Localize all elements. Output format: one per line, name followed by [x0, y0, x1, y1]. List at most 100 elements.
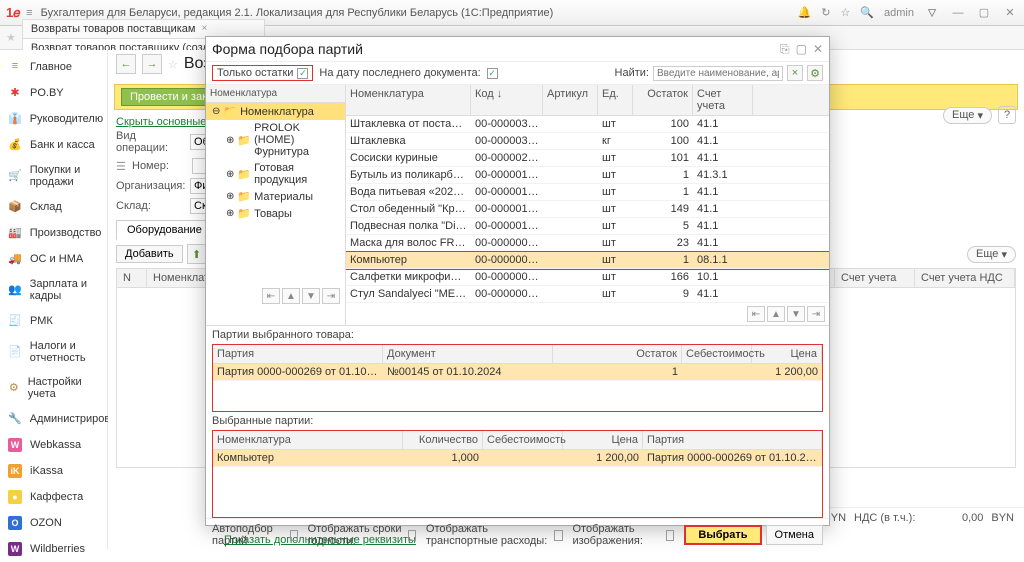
search-clear-icon[interactable]: ×	[787, 65, 803, 81]
doc-star-icon[interactable]: ☆	[168, 58, 178, 71]
sidebar-item[interactable]: 🛒Покупки и продажи	[0, 158, 107, 194]
table-row[interactable]: Подвесная полка "Diva"00-00000136шт541.1	[346, 218, 829, 235]
sidebar-item[interactable]: ≡Главное	[0, 54, 107, 80]
pcol-doc[interactable]: Документ	[383, 345, 553, 363]
tree-node[interactable]: ⊕ 📁Готовая продукция	[206, 160, 345, 188]
modal-max-icon[interactable]: ▢	[796, 42, 807, 56]
nomenclature-tree[interactable]: Номенклатура ⊖ 📁Номенклатура⊕ 📁PROLOK (H…	[206, 85, 346, 325]
sidebar-item[interactable]: 🚚ОС и НМА	[0, 246, 107, 272]
find-label: Найти:	[615, 67, 649, 79]
scol-qty[interactable]: Количество	[403, 431, 483, 449]
sidebar-item[interactable]: ⚙Настройки учета	[0, 370, 107, 406]
table-row[interactable]: Вода питьевая «202 original» (без добаво…	[346, 184, 829, 201]
sidebar-item[interactable]: WWebkassa	[0, 432, 107, 458]
scol-price[interactable]: Цена	[563, 431, 643, 449]
maximize-icon[interactable]: ▢	[976, 6, 992, 19]
user-label[interactable]: admin	[884, 7, 914, 19]
tbl-first-icon[interactable]: ⇤	[747, 306, 765, 322]
col-remain[interactable]: Остаток	[633, 85, 693, 115]
table-row[interactable]: Сосиски куриные00-00000207шт10141.1	[346, 150, 829, 167]
scol-nom[interactable]: Номенклатура	[213, 431, 403, 449]
doc-tab[interactable]: Возвраты товаров поставщикам×	[22, 19, 265, 38]
pcol-remain[interactable]: Остаток	[612, 345, 682, 363]
tree-first-icon[interactable]: ⇤	[262, 288, 280, 304]
tree-next-icon[interactable]: ▼	[302, 288, 320, 304]
sidebar-item[interactable]: 📦Склад	[0, 194, 107, 220]
only-remains-option[interactable]: Только остатки	[212, 65, 313, 81]
number-menu-icon[interactable]: ☰	[116, 160, 128, 173]
col-article[interactable]: Артикул	[543, 85, 598, 115]
transport-checkbox[interactable]	[554, 530, 562, 541]
tree-node[interactable]: ⊕ 📁PROLOK (HOME) Фурнитура	[206, 120, 345, 160]
tab-close-icon[interactable]: ×	[201, 23, 207, 34]
by-date-checkbox[interactable]	[487, 68, 498, 79]
col-code[interactable]: Код ↓	[471, 85, 543, 115]
sidebar-item[interactable]: 🧾РМК	[0, 308, 107, 334]
menu-icon[interactable]: ≡	[26, 7, 32, 19]
table-row[interactable]: Штаклевка от поставщика00-00000325шт1004…	[346, 116, 829, 133]
add-button[interactable]: Добавить	[116, 245, 183, 263]
tab-equipment[interactable]: Оборудование	[116, 220, 213, 240]
table-row[interactable]: Маска для волос FRUCTIS Superfood Арбу..…	[346, 235, 829, 252]
sidebar-item[interactable]: 📄Налоги и отчетность	[0, 334, 107, 370]
table-row[interactable]: Бутыль из поликарбоната, емкость 18,9л00…	[346, 167, 829, 184]
history-icon[interactable]: ↻	[821, 6, 830, 19]
scol-cost[interactable]: Себестоимость	[483, 431, 563, 449]
pcol-part[interactable]: Партия	[213, 345, 383, 363]
sidebar-item[interactable]: WWildberries	[0, 536, 107, 562]
select-button[interactable]: Выбрать	[684, 525, 761, 545]
tbl-last-icon[interactable]: ⇥	[807, 306, 825, 322]
tbl-next-icon[interactable]: ▼	[787, 306, 805, 322]
table-row[interactable]: Стул Sandalyeci "MESSINA K CHAIR"00-0000…	[346, 286, 829, 303]
search-settings-icon[interactable]: ⚙	[807, 65, 823, 81]
scol-part[interactable]: Партия	[643, 431, 822, 449]
tree-node[interactable]: ⊖ 📁Номенклатура	[206, 103, 345, 120]
sidebar-item[interactable]: 🏭Производство	[0, 220, 107, 246]
tree-node[interactable]: ⊕ 📁Материалы	[206, 188, 345, 205]
modal-close-icon[interactable]: ✕	[813, 42, 823, 56]
search-icon[interactable]: 🔍	[860, 6, 874, 19]
tree-prev-icon[interactable]: ▲	[282, 288, 300, 304]
sidebar-item[interactable]: iKiKassa	[0, 458, 107, 484]
settings-icon[interactable]: 🜄	[924, 2, 940, 24]
search-input[interactable]	[653, 66, 783, 81]
sidebar-item[interactable]: 👥Зарплата и кадры	[0, 272, 107, 308]
fav-star-icon[interactable]: ★	[6, 31, 16, 44]
star-icon[interactable]: ☆	[840, 6, 850, 19]
tbl-prev-icon[interactable]: ▲	[767, 306, 785, 322]
minimize-icon[interactable]: —	[950, 7, 966, 19]
sidebar-item[interactable]: 💰Банк и касса	[0, 132, 107, 158]
cancel-button[interactable]: Отмена	[766, 525, 823, 545]
col-name[interactable]: Номенклатура	[346, 85, 471, 115]
sidebar-item[interactable]: 👔Руководителю	[0, 106, 107, 132]
more-button-grid[interactable]: Еще ▾	[967, 246, 1016, 263]
only-remains-checkbox[interactable]	[297, 68, 308, 79]
up-icon[interactable]: ⬆	[187, 244, 207, 264]
col-account[interactable]: Счет учета	[693, 85, 753, 115]
sidebar-item[interactable]: ●Каффеста	[0, 484, 107, 510]
expiry-checkbox[interactable]	[408, 530, 416, 541]
pcol-cost[interactable]: Себестоимость	[682, 345, 752, 363]
back-icon[interactable]: ←	[116, 54, 136, 74]
close-icon[interactable]: ✕	[1002, 6, 1018, 19]
autopick-checkbox[interactable]	[290, 530, 298, 541]
table-row[interactable]: Салфетки микрофибра00-00000050шт16610.1	[346, 269, 829, 286]
col-unit[interactable]: Ед.	[598, 85, 633, 115]
chosen-row[interactable]: Компьютер 1,000 1 200,00 Партия 0000-000…	[213, 450, 822, 467]
tree-last-icon[interactable]: ⇥	[322, 288, 340, 304]
help-icon[interactable]: ?	[998, 106, 1016, 124]
fwd-icon[interactable]: →	[142, 54, 162, 74]
images-checkbox[interactable]	[666, 530, 674, 541]
tree-node[interactable]: ⊕ 📁Товары	[206, 205, 345, 222]
sidebar-item[interactable]: OOZON	[0, 510, 107, 536]
pcol-price[interactable]: Цена	[752, 345, 822, 363]
modal-pin-icon[interactable]: ⎘	[780, 42, 790, 57]
table-row[interactable]: Стол обеденный "Крафт"00-00000143шт14941…	[346, 201, 829, 218]
more-button-top[interactable]: Еще ▾	[943, 107, 992, 124]
sidebar-item[interactable]: 🔧Администрирование	[0, 406, 107, 432]
table-row[interactable]: Штаклевка00-00000318кг10041.1	[346, 133, 829, 150]
bell-icon[interactable]: 🔔	[798, 6, 812, 19]
sidebar-item[interactable]: ✱PO.BY	[0, 80, 107, 106]
parts-row[interactable]: Партия 0000-000269 от 01.10.2024 0:00:00…	[213, 364, 822, 381]
table-row[interactable]: Компьютер00-00000077шт108.1.1	[346, 252, 829, 269]
